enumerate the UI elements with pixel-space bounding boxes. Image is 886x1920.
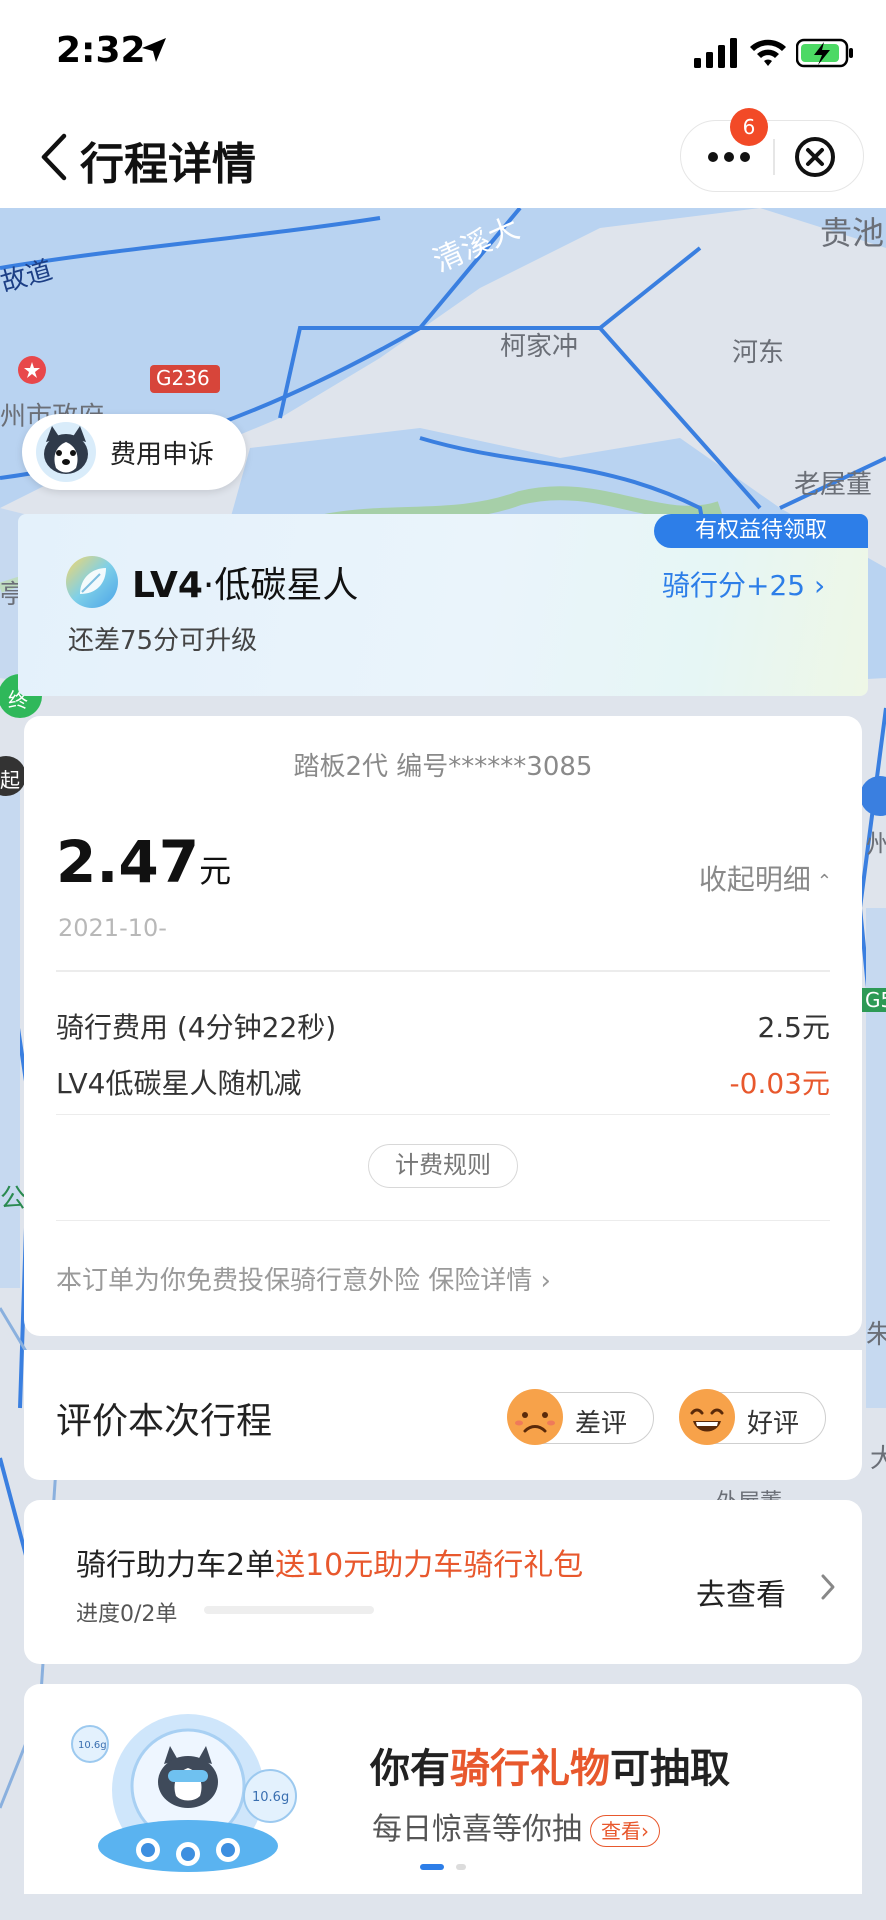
husky-spaceship-icon: 10.6g 10.6g — [71, 1714, 297, 1872]
location-arrow-icon — [142, 38, 166, 62]
fee-item-row: LV4低碳星人随机减 -0.03元 — [56, 1067, 830, 1100]
good-review-label: 好评 — [747, 1409, 800, 1439]
divider — [56, 1220, 830, 1221]
fee-appeal-label: 费用申诉 — [110, 440, 215, 470]
close-circle-icon[interactable] — [793, 135, 837, 179]
promo-title: 骑行助力车2单送10元助力车骑行礼包 — [76, 1548, 584, 1583]
husky-mascot-icon — [36, 422, 96, 482]
leaf-badge-icon — [66, 556, 118, 608]
total-fee: 2.47元 — [56, 828, 232, 896]
bubble-b-text: 10.6g — [252, 1790, 289, 1805]
happy-face-icon — [679, 1389, 735, 1445]
map-label: 河东 — [732, 338, 785, 368]
promo-card[interactable]: 骑行助力车2单送10元助力车骑行礼包 进度0/2单 去查看 — [24, 1500, 862, 1664]
bad-review-label: 差评 — [575, 1409, 628, 1439]
status-time: 2:32 — [56, 30, 146, 71]
promo-progress-bar — [204, 1606, 374, 1614]
gift-subtitle: 每日惊喜等你抽 查看› — [372, 1804, 660, 1848]
fee-appeal-button[interactable]: 费用申诉 — [22, 414, 246, 490]
bad-review-button[interactable]: 差评 — [507, 1389, 654, 1445]
status-bar: 2:32 — [0, 0, 886, 104]
trip-rating-card: 评价本次行程 差评 好评 — [24, 1350, 862, 1480]
capsule-divider — [773, 139, 775, 175]
bubble-a-text: 10.6g — [78, 1740, 107, 1751]
map-label: 柯家冲 — [500, 332, 579, 362]
divider — [56, 1114, 830, 1115]
collapse-detail-button[interactable]: 收起明细 ⌃ — [699, 858, 832, 898]
back-chevron-icon[interactable] — [36, 132, 70, 182]
map-label: 公 — [0, 1184, 27, 1214]
gift-view-button[interactable]: 查看› — [590, 1814, 660, 1847]
insurance-link[interactable]: 本订单为你免费投保骑行意外险 保险详情 › — [56, 1260, 551, 1297]
promo-progress-label: 进度0/2单 — [76, 1602, 178, 1627]
trip-date: 2021-10- — [58, 914, 167, 942]
map-label: G236 — [156, 366, 210, 390]
map-label: 起 — [0, 768, 20, 792]
riding-score-link[interactable]: 骑行分+25 › — [662, 564, 825, 604]
fee-detail-card: 踏板2代 编号******3085 2.47元 2021-10- 收起明细 ⌃ 骑… — [24, 716, 862, 1336]
map-label: 老屋董 — [794, 470, 873, 500]
map-label: 贵池 — [820, 214, 885, 252]
map-label: 州 — [866, 830, 886, 860]
chevron-up-icon: ⌃ — [816, 870, 832, 892]
battery-charging-icon — [796, 38, 853, 68]
chevron-right-icon[interactable] — [818, 1572, 838, 1602]
fee-item-row: 骑行费用 (4分钟22秒) 2.5元 — [56, 1011, 830, 1044]
map-label: 朱 — [866, 1320, 886, 1350]
bike-info: 踏板2代 编号******3085 — [293, 752, 593, 782]
billing-rules-button[interactable]: 计费规则 — [368, 1144, 518, 1188]
divider — [56, 970, 830, 972]
promo-view-button[interactable]: 去查看 — [696, 1570, 786, 1614]
page-title: 行程详情 — [80, 139, 256, 190]
good-review-button[interactable]: 好评 — [679, 1389, 826, 1445]
notification-badge: 6 — [730, 108, 768, 146]
wifi-icon — [750, 39, 786, 66]
carousel-dot-active — [420, 1864, 444, 1870]
gift-banner[interactable]: 10.6g 10.6g 你有骑行礼物可抽取 每日惊喜等你抽 查看› — [24, 1684, 862, 1894]
benefits-tag[interactable]: 有权益待领取 — [654, 514, 868, 548]
map-label: G5 — [862, 988, 886, 1012]
map-label: 大 — [870, 1444, 886, 1474]
level-title: LV4·低碳星人 — [132, 565, 359, 606]
rating-title: 评价本次行程 — [56, 1401, 273, 1442]
level-upgrade-hint: 还差75分可升级 — [68, 626, 258, 656]
mini-program-capsule — [680, 120, 864, 192]
gift-title: 你有骑行礼物可抽取 — [370, 1746, 730, 1792]
level-card[interactable]: 有权益待领取 LV4·低碳星人 还差75分可升级 骑行分+25 › — [18, 514, 868, 696]
sad-face-icon — [507, 1389, 563, 1445]
carousel-dot[interactable] — [456, 1864, 466, 1870]
cellular-signal-icon — [694, 38, 737, 68]
